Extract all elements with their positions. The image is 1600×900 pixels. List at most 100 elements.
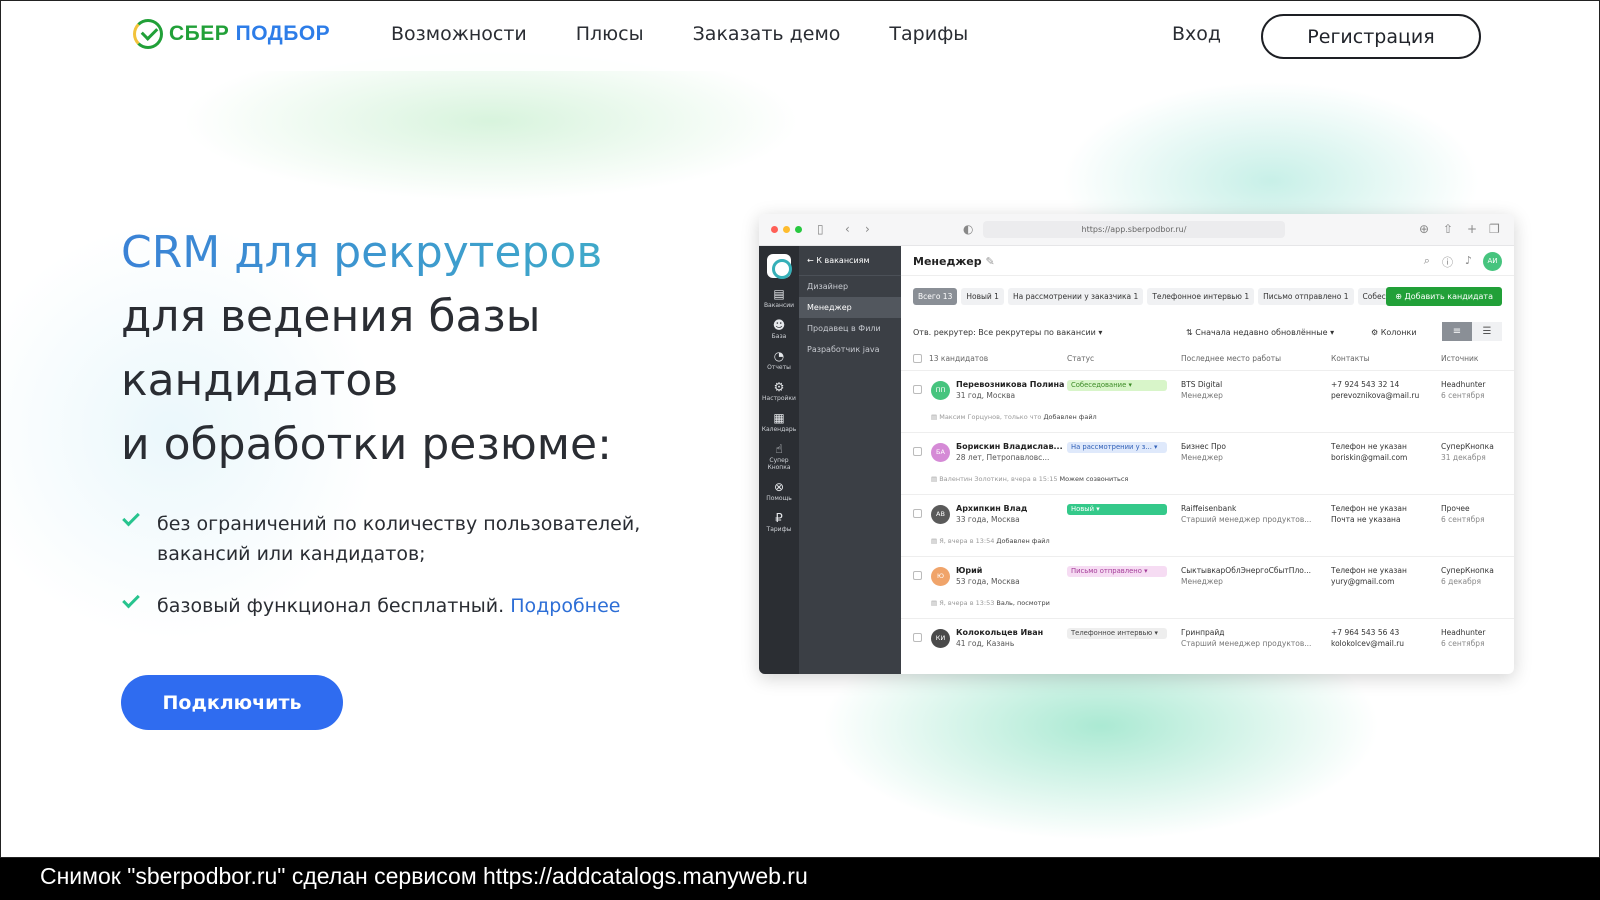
- candidate-source: Прочее: [1441, 504, 1470, 513]
- columns-button: ⚙ Колонки: [1371, 328, 1417, 337]
- last-company: BTS Digital: [1181, 380, 1223, 389]
- candidate-phone: Телефон не указан: [1331, 504, 1407, 513]
- connect-button[interactable]: Подключить: [121, 675, 343, 730]
- app-sidebar-item: ⚙ Настройки: [759, 380, 799, 402]
- nav-link-features[interactable]: Возможности: [391, 23, 527, 45]
- source-date: 6 декабря: [1441, 577, 1481, 586]
- new-tab-icon: +: [1467, 222, 1478, 236]
- last-company: Бизнес Про: [1181, 442, 1227, 451]
- gear-icon: ⚙: [773, 380, 785, 394]
- candidate-row: БА Борискин Владислав... 28 лет, Петропавл…: [901, 432, 1514, 494]
- app-sidebar-label: Настройки: [762, 395, 796, 402]
- screenshot-caption: Снимок "sberpodbor.ru" сделан сервисом h…: [0, 858, 1600, 900]
- page-frame: СБЕР ПОДБОР Возможности Плюсы Заказать д…: [0, 0, 1600, 858]
- view-toggle: ≡ ☰: [1442, 322, 1502, 341]
- app-sidebar-label: Помощь: [766, 495, 792, 502]
- candidate-avatar: ПП: [931, 381, 950, 400]
- search-icon: ⌕: [1423, 254, 1430, 267]
- vacancy-title: Менеджер ✎: [913, 255, 995, 268]
- source-date: 6 сентября: [1441, 515, 1485, 524]
- logo[interactable]: СБЕР ПОДБОР: [133, 19, 330, 49]
- candidate-row: АВ Архипкин Влад 33 года, Москва Новый ▾ Rai…: [901, 494, 1514, 556]
- feature-item: базовый функционал бесплатный. Подробнее: [121, 590, 661, 621]
- last-company: Raiffeisenbank: [1181, 504, 1237, 513]
- help-icon: ⊗: [773, 480, 785, 494]
- candidates-panel: Менеджер ✎ ⌕ ⓘ ♪ АИ Всего 13 Новый 1 На ра…: [901, 246, 1514, 674]
- add-candidate-button: ⊕ Добавить кандидата: [1386, 287, 1502, 306]
- app-sidebar-label: Супер Кнопка: [767, 457, 791, 471]
- candidate-age-city: 33 года, Москва: [956, 515, 1020, 524]
- row-checkbox: [913, 571, 922, 580]
- candidate-avatar: БА: [931, 443, 950, 462]
- vacancy-panel: ← К вакансиям Дизайнер Менеджер Продавец в…: [799, 246, 901, 674]
- more-link[interactable]: Подробнее: [510, 595, 620, 617]
- back-to-vacancies: ← К вакансиям: [799, 246, 901, 276]
- vacancy-item: Менеджер: [799, 297, 901, 318]
- sidebar-toggle-icon: ▯: [817, 222, 824, 236]
- candidate-email: perevoznikova@mail.ru: [1331, 391, 1420, 400]
- candidate-name: Колокольцев Иван: [956, 628, 1044, 637]
- candidate-source: СуперКнопка: [1441, 442, 1494, 451]
- window-controls: [771, 226, 802, 233]
- status-badge: Телефонное интервью ▾: [1067, 628, 1167, 639]
- candidate-age-city: 28 лет, Петропавловс...: [956, 453, 1050, 462]
- sort-select: ⇅ Сначала недавно обновлённые ▾: [1186, 328, 1335, 337]
- nav-link-advantages[interactable]: Плюсы: [576, 23, 644, 45]
- status-tab: Всего 13: [913, 288, 958, 305]
- info-icon: ⓘ: [1441, 256, 1453, 269]
- app-sidebar-item: ₽ Тарифы: [759, 511, 799, 533]
- hero-title-line: для ведения базы: [121, 291, 541, 342]
- nav-link-pricing[interactable]: Тарифы: [889, 23, 968, 45]
- column-header: Статус: [1067, 354, 1095, 363]
- app-sidebar-item: ☻ База: [759, 318, 799, 340]
- app-sidebar-item: ☝ Супер Кнопка: [759, 442, 799, 471]
- shield-icon: ◐: [963, 222, 974, 236]
- row-checkbox: [913, 509, 922, 518]
- candidate-name: Перевозникова Полина: [956, 380, 1065, 389]
- app-sidebar-label: Тарифы: [766, 526, 792, 533]
- candidate-source: Headhunter: [1441, 380, 1486, 389]
- comment-preview: ▤ Я, вчера в 13:54 Добавлен файл: [931, 537, 1050, 545]
- last-position: Менеджер: [1181, 453, 1223, 462]
- maximize-dot-icon: [795, 226, 802, 233]
- register-button[interactable]: Регистрация: [1261, 14, 1481, 59]
- candidate-phone: Телефон не указан: [1331, 442, 1407, 451]
- close-dot-icon: [771, 226, 778, 233]
- bell-icon: ♪: [1464, 254, 1472, 267]
- last-company: Гринпрайд: [1181, 628, 1225, 637]
- candidate-row: КИ Колокольцев Иван 41 год, Казань Телефонн…: [901, 618, 1514, 674]
- nav-link-demo[interactable]: Заказать демо: [693, 23, 841, 45]
- list-view-icon: ≡: [1442, 322, 1472, 341]
- forward-arrow-icon: ›: [865, 222, 870, 236]
- app-sidebar-item: ⊗ Помощь: [759, 480, 799, 502]
- pie-icon: ◔: [773, 349, 785, 363]
- candidate-phone: +7 964 543 56 43: [1331, 628, 1400, 637]
- candidate-avatar: КИ: [931, 629, 950, 648]
- source-date: 6 сентября: [1441, 639, 1485, 648]
- address-bar: https://app.sberpodbor.ru/: [983, 221, 1285, 238]
- login-link[interactable]: Вход: [1172, 23, 1221, 45]
- status-badge: Собеседование ▾: [1067, 380, 1167, 391]
- candidate-name: Архипкин Влад: [956, 504, 1028, 513]
- status-tabs: Всего 13 Новый 1 На рассмотрении у заказчи…: [913, 288, 1406, 305]
- app-sidebar: ▤ Вакансии ☻ База ◔ Отчеты ⚙ Настройки ▦ Календар…: [759, 246, 799, 674]
- status-tab: На рассмотрении у заказчика 1: [1007, 288, 1144, 305]
- header-icons: ⌕ ⓘ ♪: [1424, 254, 1472, 270]
- vacancy-item: Продавец в Фили: [807, 324, 881, 333]
- back-arrow-icon: ‹: [845, 222, 850, 236]
- column-header: Контакты: [1331, 354, 1370, 363]
- candidate-phone: Телефон не указан: [1331, 566, 1407, 575]
- people-icon: ☻: [772, 318, 786, 332]
- status-badge: Письмо отправлено ▾: [1067, 566, 1167, 577]
- main-nav: Возможности Плюсы Заказать демо Тарифы: [391, 23, 968, 45]
- feature-text: без ограничений по количеству пользовате…: [157, 513, 641, 565]
- status-tab: Новый 1: [961, 288, 1004, 305]
- candidate-row: ПП Перевозникова Полина 31 год, Москва Собе…: [901, 370, 1514, 432]
- candidate-name: Борискин Владислав...: [956, 442, 1063, 451]
- vacancy-item: Разработчик java: [807, 345, 880, 354]
- candidate-email: boriskin@gmail.com: [1331, 453, 1408, 462]
- hero-title: CRM для рекрутеров для ведения базы канд…: [121, 221, 612, 477]
- last-position: Менеджер: [1181, 391, 1223, 400]
- tabs-icon: ❐: [1489, 222, 1500, 236]
- download-icon: ⊕: [1419, 222, 1430, 236]
